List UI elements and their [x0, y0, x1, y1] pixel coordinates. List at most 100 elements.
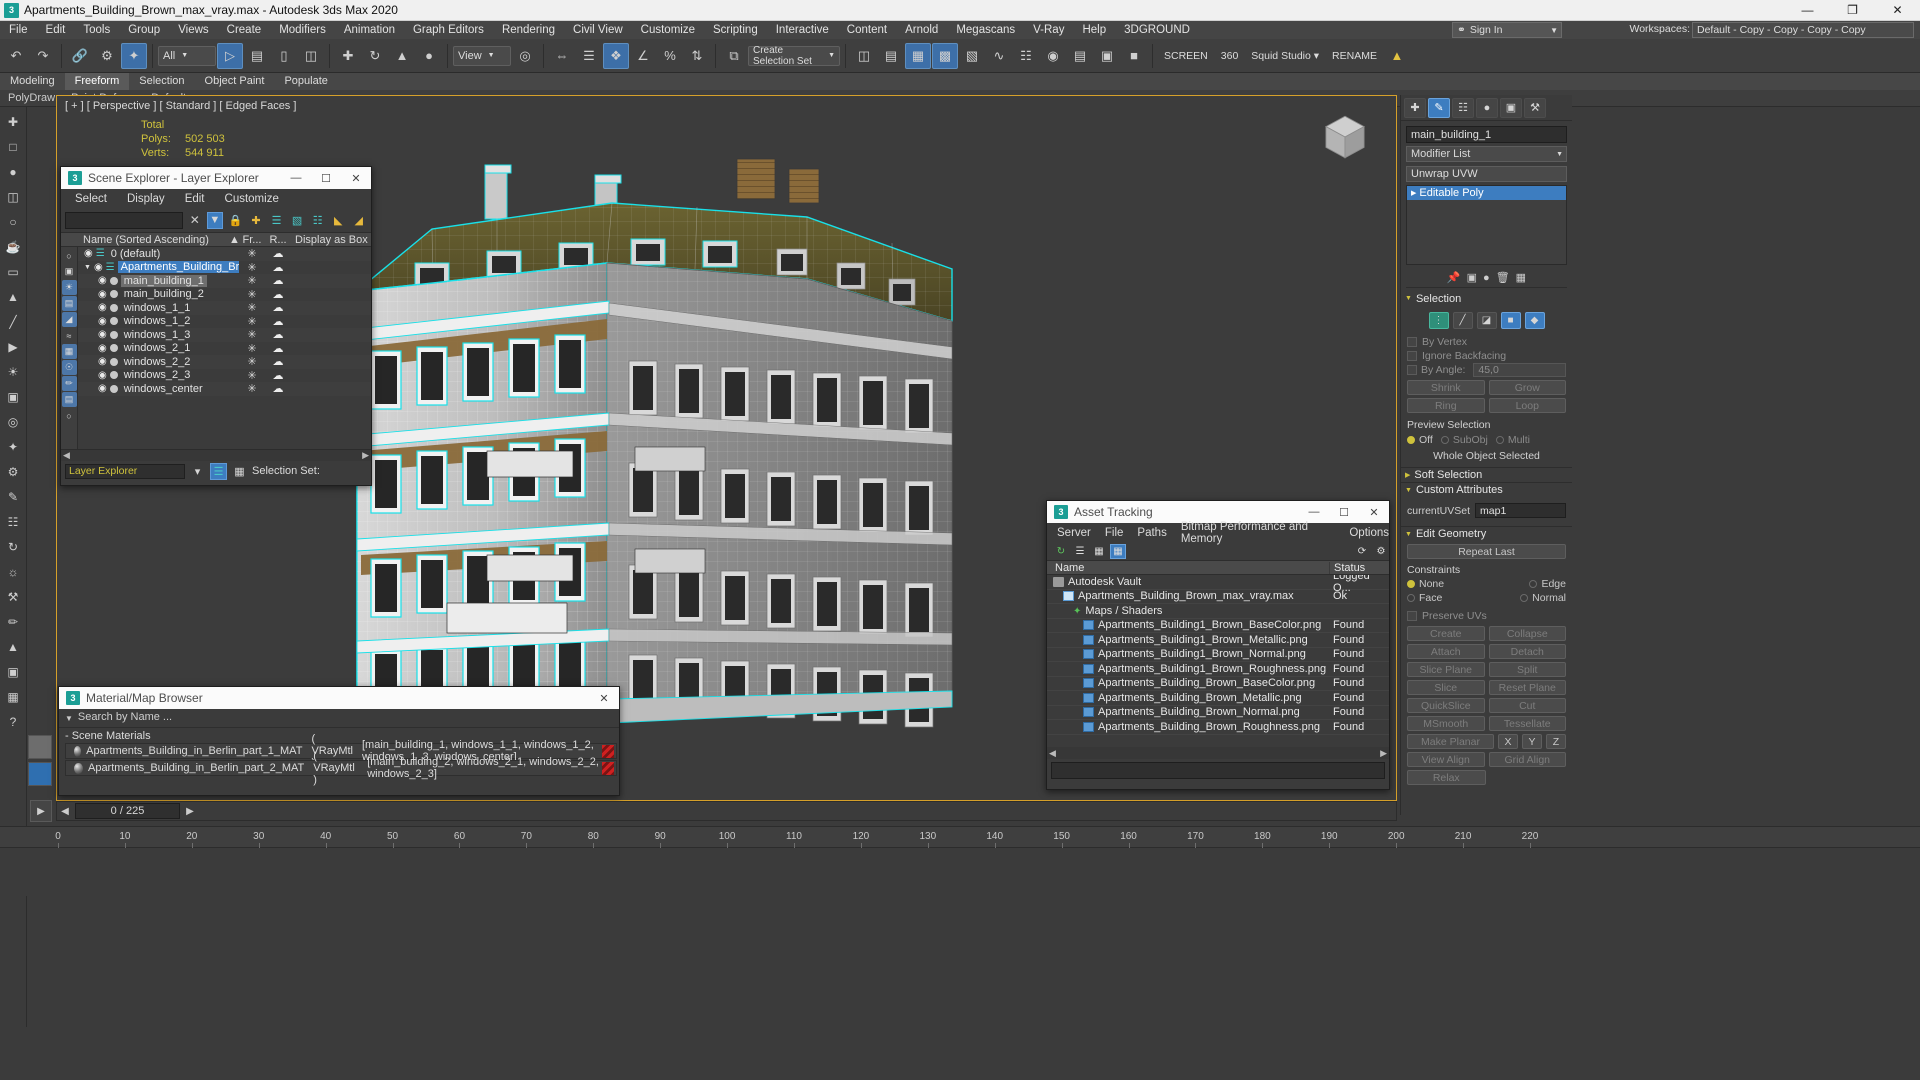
preview-off-radio[interactable]: Off: [1407, 434, 1433, 446]
menu-item-content[interactable]: Content: [838, 21, 896, 39]
filter-icon[interactable]: ▼: [206, 211, 224, 229]
freeze-toggle-icon[interactable]: ✳: [239, 342, 265, 355]
asset-tracking-row[interactable]: Apartments_Building1_Brown_Normal.png Fou…: [1047, 648, 1389, 662]
filter-all-icon[interactable]: ○: [62, 248, 77, 263]
expand-arrow-icon[interactable]: ▼: [84, 264, 91, 271]
named-selection-sets-icon[interactable]: ⧉: [721, 43, 747, 69]
reset-plane-button[interactable]: Reset Plane: [1488, 680, 1566, 695]
column-render[interactable]: R...: [265, 234, 291, 246]
menu-item-animation[interactable]: Animation: [335, 21, 404, 39]
viewport-label[interactable]: [ + ] [ Perspective ] [ Standard ] [ Edg…: [65, 100, 296, 112]
select-and-move-icon[interactable]: ✚: [335, 43, 361, 69]
freeze-toggle-icon[interactable]: ✳: [239, 274, 265, 287]
menu-item-megascans[interactable]: Megascans: [947, 21, 1024, 39]
menu-item-group[interactable]: Group: [119, 21, 169, 39]
menu-item-rendering[interactable]: Rendering: [493, 21, 564, 39]
thumbnail-view-icon[interactable]: ▦: [1091, 544, 1107, 559]
loop-button[interactable]: Loop: [1488, 398, 1566, 413]
element-subobject-icon[interactable]: ◆: [1524, 312, 1545, 329]
select-and-scale-icon[interactable]: ▲: [389, 43, 415, 69]
camera-icon[interactable]: ▣: [3, 386, 24, 407]
poly-icon[interactable]: ▲: [3, 636, 24, 657]
column-name[interactable]: Name (Sorted Ascending): [61, 234, 229, 246]
tab-hierarchy[interactable]: ☷: [1452, 97, 1474, 118]
radio-icon[interactable]: [1440, 436, 1449, 444]
vertex-subobject-icon[interactable]: ⋮: [1428, 312, 1449, 329]
menu-item-file[interactable]: File: [0, 21, 37, 39]
radio-icon[interactable]: [1407, 594, 1415, 602]
asset-tracking-row[interactable]: Autodesk Vault Logged O...: [1047, 575, 1389, 594]
align-icon[interactable]: ☰: [576, 43, 602, 69]
menu-item-modifiers[interactable]: Modifiers: [270, 21, 335, 39]
filter-bones-icon[interactable]: ✏: [61, 376, 77, 391]
create-button[interactable]: Create: [1407, 626, 1485, 641]
checkbox-icon[interactable]: [1407, 611, 1417, 621]
scene-explorer-row[interactable]: ▼◉☰Apartments_Building_Brown✳☁: [78, 261, 371, 275]
light-icon[interactable]: ☀: [3, 361, 24, 382]
attach-button[interactable]: Attach: [1407, 644, 1485, 659]
layer-explorer-icon[interactable]: ▩: [932, 42, 958, 69]
asset-tracking-row[interactable]: ✦ Maps / Shaders: [1047, 604, 1389, 619]
time-ruler[interactable]: 0 10 20 30 40 50 60 70 80 90 100 110 120 130 140 150 160…: [0, 826, 1920, 848]
utilities-icon[interactable]: ⚒: [3, 586, 24, 607]
ring-button[interactable]: Ring: [1407, 398, 1485, 413]
current-uvset-field[interactable]: map1: [1475, 503, 1566, 518]
scroll-right-icon[interactable]: ▶: [1380, 748, 1387, 759]
percent-snap-icon[interactable]: %: [657, 43, 683, 69]
preview-subobj-radio[interactable]: SubObj: [1440, 434, 1488, 446]
menu-item-interactive[interactable]: Interactive: [767, 21, 838, 39]
scene-explorer-minimize[interactable]: —: [281, 167, 311, 189]
layers-toggle-icon[interactable]: ☰: [210, 462, 227, 480]
menu-item-views[interactable]: Views: [169, 21, 217, 39]
asset-tracking-row[interactable]: Apartments_Building1_Brown_BaseColor.png…: [1047, 619, 1389, 633]
scene-explorer-row[interactable]: ◉ windows_1_3 ✳ ☁: [78, 328, 371, 342]
filter-spacewarps-icon[interactable]: ≈: [62, 328, 77, 343]
border-subobject-icon[interactable]: ◪: [1476, 312, 1497, 329]
filter-helpers-icon[interactable]: ◢: [61, 312, 77, 327]
asset-menu-server[interactable]: Server: [1057, 527, 1091, 539]
edge-subobject-icon[interactable]: ╱: [1452, 312, 1473, 329]
radio-icon[interactable]: [1520, 594, 1529, 602]
menu-item-scripting[interactable]: Scripting: [704, 21, 767, 39]
freeze-toggle-icon[interactable]: ✳: [239, 315, 265, 328]
collapse-arrow-icon[interactable]: ▼: [1405, 295, 1412, 302]
configure-sets-icon[interactable]: ▦: [1516, 271, 1526, 284]
modifier-unwrap-uvw[interactable]: Unwrap UVW: [1406, 166, 1567, 182]
renderable-toggle-icon[interactable]: ☁: [265, 382, 291, 395]
checkbox-icon[interactable]: [1407, 337, 1417, 347]
ribbon-tab-freeform[interactable]: Freeform: [64, 73, 130, 90]
collapse-all-icon[interactable]: ◢: [350, 212, 367, 229]
polygon-subobject-icon[interactable]: ■: [1500, 312, 1521, 329]
motion-icon[interactable]: ↻: [3, 536, 24, 557]
rollout-custom-attributes-header[interactable]: ▼ Custom Attributes: [1401, 482, 1572, 497]
scene-explorer-row[interactable]: ◉ main_building_1 ✳ ☁: [78, 274, 371, 288]
clear-search-icon[interactable]: ✕: [187, 212, 203, 228]
ribbon-tab-populate[interactable]: Populate: [274, 73, 337, 90]
radio-icon[interactable]: [1529, 580, 1538, 588]
freeze-toggle-icon[interactable]: ✳: [239, 261, 265, 274]
asset-tracking-hscrollbar[interactable]: ◀ ▶: [1047, 747, 1389, 759]
selection-filter-select[interactable]: All ▼: [158, 45, 216, 66]
mmb-close[interactable]: ✕: [589, 687, 619, 709]
checkbox-icon[interactable]: [1407, 351, 1417, 361]
preserve-uvs-checkbox[interactable]: Preserve UVs: [1407, 609, 1566, 623]
material-map-browser-window[interactable]: 3 Material/Map Browser ✕ ▼ Search by Nam…: [58, 686, 620, 796]
asset-tracking-row[interactable]: Apartments_Building_Brown_BaseColor.png F…: [1047, 677, 1389, 691]
filter-xrefs-icon[interactable]: ☉: [61, 360, 77, 375]
tab-display[interactable]: ▣: [1500, 97, 1522, 118]
menu-item-customize[interactable]: Customize: [632, 21, 704, 39]
curve-editor-icon[interactable]: ∿: [986, 43, 1012, 69]
maximize-button[interactable]: ❐: [1830, 0, 1875, 21]
slice-plane-button[interactable]: Slice Plane: [1407, 662, 1485, 677]
visibility-eye-icon[interactable]: ◉: [98, 343, 107, 354]
menu-item-tools[interactable]: Tools: [74, 21, 119, 39]
tab-modify[interactable]: ✎: [1428, 97, 1450, 118]
asset-menu-file[interactable]: File: [1105, 527, 1124, 539]
modifier-stack[interactable]: ▶ Editable Poly: [1406, 185, 1567, 265]
current-frame-field[interactable]: 0 / 225: [75, 803, 180, 819]
tab-create[interactable]: ✚: [1404, 97, 1426, 118]
freeze-toggle-icon[interactable]: ✳: [239, 301, 265, 314]
filter-geometry-icon[interactable]: ▣: [62, 264, 77, 279]
scene-explorer-row[interactable]: ◉ windows_2_2 ✳ ☁: [78, 355, 371, 369]
teapot-icon[interactable]: ☕: [3, 236, 24, 257]
